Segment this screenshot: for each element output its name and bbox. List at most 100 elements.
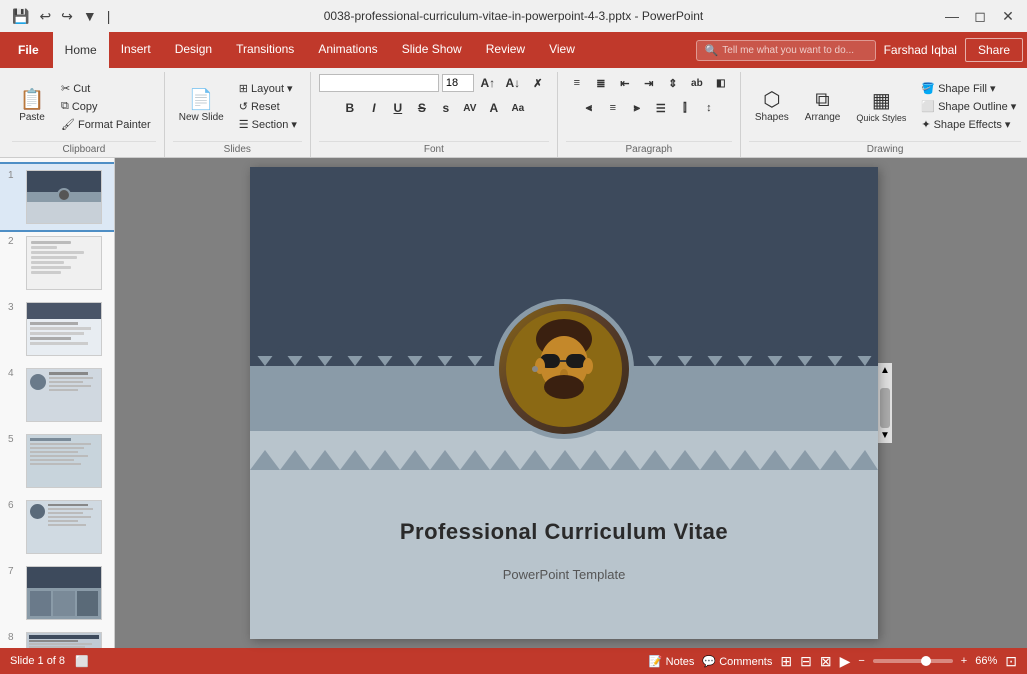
underline-button[interactable]: U xyxy=(387,97,409,119)
tab-transitions[interactable]: Transitions xyxy=(224,32,306,68)
ribbon: 📋 Paste ✂ Cut ⧉ Copy 🖌 Format Painter Cl… xyxy=(0,68,1027,158)
slide-status-icon: ⬜ xyxy=(75,655,89,668)
view-slide-sorter-button[interactable]: ⊟ xyxy=(800,653,812,670)
scroll-down-button[interactable]: ▼ xyxy=(878,428,892,443)
zoom-slider-thumb[interactable] xyxy=(921,656,931,666)
scroll-thumb[interactable] xyxy=(880,388,890,428)
zoom-in-button[interactable]: + xyxy=(961,655,967,667)
indent-decrease-button[interactable]: ⇤ xyxy=(614,72,636,94)
slide-thumb-1[interactable]: 1 xyxy=(0,164,114,230)
notes-button[interactable]: 📝 Notes xyxy=(649,655,695,668)
tab-insert[interactable]: Insert xyxy=(109,32,163,68)
slide-thumb-2[interactable]: 2 xyxy=(0,230,114,296)
bullets-button[interactable]: ≡ xyxy=(566,72,588,94)
slide-thumb-3[interactable]: 3 xyxy=(0,296,114,362)
italic-button[interactable]: I xyxy=(363,97,385,119)
layout-button[interactable]: ⊞ Layout ▾ xyxy=(234,80,302,97)
arrange-button[interactable]: ⧉ Arrange xyxy=(799,86,847,127)
save-icon[interactable]: 💾 xyxy=(8,6,33,27)
comments-button[interactable]: 💬 Comments xyxy=(702,655,772,668)
active-slide[interactable]: Professional Curriculum Vitae PowerPoint… xyxy=(250,167,878,639)
shape-fill-button[interactable]: 🪣 Shape Fill ▾ xyxy=(916,80,1021,97)
format-painter-icon: 🖌 xyxy=(61,118,75,131)
slide-thumb-5[interactable]: 5 xyxy=(0,428,114,494)
clear-format-button[interactable]: ✗ xyxy=(527,72,549,94)
justify-button[interactable]: ☰ xyxy=(650,97,672,119)
undo-icon[interactable]: ↩ xyxy=(35,6,55,27)
copy-button[interactable]: ⧉ Copy xyxy=(56,98,156,115)
align-right-button[interactable]: ⫸ xyxy=(626,97,648,119)
text-direction-button[interactable]: ⇕ xyxy=(662,72,684,94)
numbering-button[interactable]: ≣ xyxy=(590,72,612,94)
shadow-button[interactable]: s xyxy=(435,97,457,119)
font-name-input[interactable] xyxy=(319,74,439,92)
zoom-out-button[interactable]: − xyxy=(858,655,864,667)
shape-outline-button[interactable]: ⬜ Shape Outline ▾ xyxy=(916,98,1021,115)
tab-view[interactable]: View xyxy=(537,32,587,68)
scroll-up-button[interactable]: ▲ xyxy=(878,363,892,378)
increase-font-button[interactable]: A↑ xyxy=(477,72,499,94)
paste-button[interactable]: 📋 Paste xyxy=(12,86,52,127)
fit-screen-button[interactable]: ⊡ xyxy=(1005,653,1017,670)
shapes-button[interactable]: ⬡ Shapes xyxy=(749,86,795,127)
main-area: 1 2 xyxy=(0,158,1027,648)
convert-button[interactable]: ab xyxy=(686,72,708,94)
tab-review[interactable]: Review xyxy=(474,32,537,68)
zoom-slider[interactable] xyxy=(873,659,953,663)
font-size-input[interactable] xyxy=(442,74,474,92)
new-slide-button[interactable]: 📄 New Slide xyxy=(173,86,230,127)
close-button[interactable]: ✕ xyxy=(995,3,1021,29)
separator: | xyxy=(103,6,115,26)
share-button[interactable]: Share xyxy=(965,38,1023,62)
strikethrough-button[interactable]: S xyxy=(411,97,433,119)
view-reading-button[interactable]: ⊠ xyxy=(820,653,832,670)
section-icon: ☰ xyxy=(239,118,249,131)
cut-button[interactable]: ✂ Cut xyxy=(56,80,156,97)
title-bar: 💾 ↩ ↪ ▼ | 0038-professional-curriculum-v… xyxy=(0,0,1027,32)
reset-button[interactable]: ↺ Reset xyxy=(234,98,302,115)
slide-thumb-8[interactable]: 8 xyxy=(0,626,114,648)
window-controls: — ◻ ✕ xyxy=(939,3,1027,29)
decrease-font-button[interactable]: A↓ xyxy=(502,72,524,94)
view-slideshow-button[interactable]: ▶ xyxy=(840,653,851,670)
quick-styles-icon: ▦ xyxy=(872,91,891,111)
format-painter-button[interactable]: 🖌 Format Painter xyxy=(56,116,156,133)
slide-title: Professional Curriculum Vitae xyxy=(250,519,878,545)
redo-icon[interactable]: ↪ xyxy=(57,6,77,27)
tab-slideshow[interactable]: Slide Show xyxy=(390,32,474,68)
indent-increase-button[interactable]: ⇥ xyxy=(638,72,660,94)
slide-thumb-6[interactable]: 6 xyxy=(0,494,114,560)
restore-button[interactable]: ◻ xyxy=(967,3,993,29)
linespacing-button[interactable]: ↕ xyxy=(698,97,720,119)
slide-thumb-4[interactable]: 4 xyxy=(0,362,114,428)
minimize-button[interactable]: — xyxy=(939,3,965,29)
file-tab[interactable]: File xyxy=(4,32,53,68)
slide-2-preview xyxy=(26,236,102,290)
vertical-scrollbar[interactable]: ▲ ▼ xyxy=(878,363,892,443)
charspacing-button[interactable]: AV xyxy=(459,97,481,119)
smartart-button[interactable]: ◧ xyxy=(710,72,732,94)
customize-icon[interactable]: ▼ xyxy=(79,6,101,26)
align-center-button[interactable]: ≡ xyxy=(602,97,624,119)
tab-design[interactable]: Design xyxy=(163,32,224,68)
tab-animations[interactable]: Animations xyxy=(306,32,389,68)
slide-thumb-7[interactable]: 7 xyxy=(0,560,114,626)
ribbon-group-paragraph: ≡ ≣ ⇤ ⇥ ⇕ ab ◧ ⫷ ≡ ⫸ ☰ ⫿ ↕ Paragraph xyxy=(558,72,741,157)
fontcolor-button[interactable]: A xyxy=(483,97,505,119)
align-left-button[interactable]: ⫷ xyxy=(578,97,600,119)
quick-styles-button[interactable]: ▦ Quick Styles xyxy=(850,87,912,127)
new-slide-icon: 📄 xyxy=(189,90,214,110)
paste-icon: 📋 xyxy=(20,90,45,110)
view-normal-button[interactable]: ⊞ xyxy=(780,653,792,670)
columns-button[interactable]: ⫿ xyxy=(674,97,696,119)
ribbon-group-font: A↑ A↓ ✗ B I U S s AV A Aa Font xyxy=(311,72,558,157)
bold-button[interactable]: B xyxy=(339,97,361,119)
section-button[interactable]: ☰ Section ▾ xyxy=(234,116,302,133)
tab-home[interactable]: Home xyxy=(53,32,109,68)
window-title: 0038-professional-curriculum-vitae-in-po… xyxy=(324,9,704,23)
textsize-button[interactable]: Aa xyxy=(507,97,529,119)
layout-icon: ⊞ xyxy=(239,82,248,95)
search-box[interactable]: 🔍 Tell me what you want to do... xyxy=(696,40,876,61)
shape-effects-button[interactable]: ✦ Shape Effects ▾ xyxy=(916,116,1021,133)
ribbon-group-clipboard: 📋 Paste ✂ Cut ⧉ Copy 🖌 Format Painter Cl… xyxy=(4,72,165,157)
